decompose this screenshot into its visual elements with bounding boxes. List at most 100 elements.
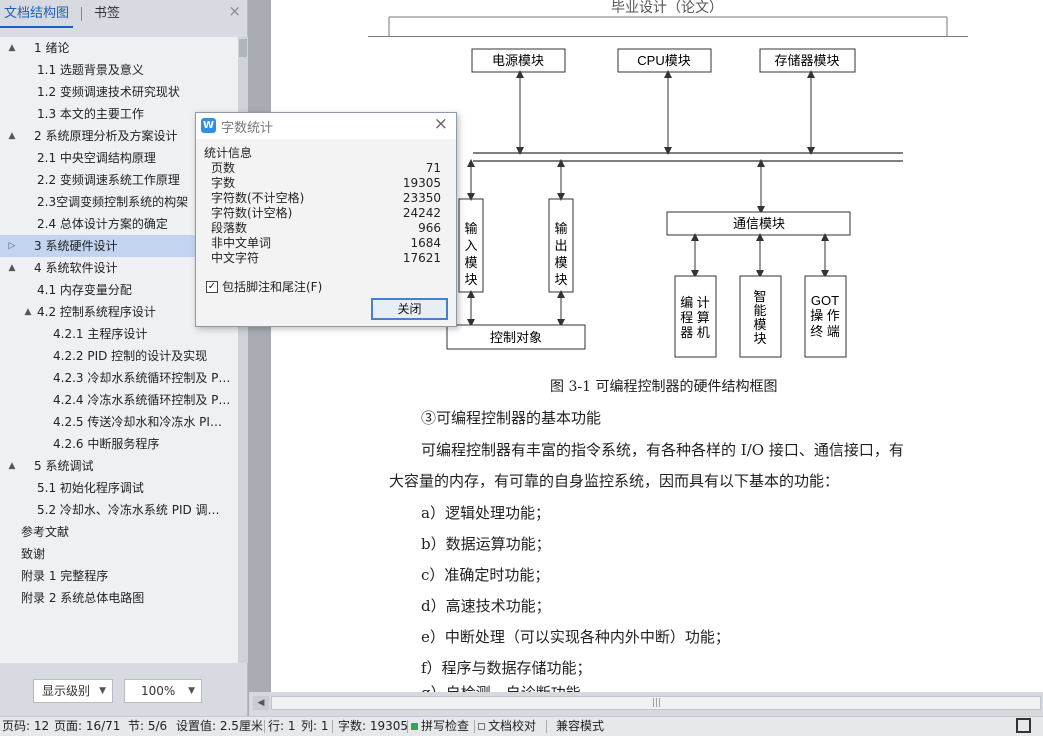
outline-item-label: 5 系统调试 <box>34 459 94 473</box>
outline-item-label: 2.4 总体设计方案的确定 <box>37 217 168 231</box>
collapse-arrow-icon[interactable]: ▲ <box>6 455 18 477</box>
display-level-label: 显示级别 <box>42 684 91 698</box>
spell-check-toggle[interactable]: 拼写检查 <box>411 717 469 735</box>
scrollbar-thumb[interactable]: ||| <box>271 696 1041 710</box>
outline-item[interactable]: 4.2.3 冷却水系统循环控制及 P… <box>0 367 238 389</box>
scrollbar-grip-icon: ||| <box>652 698 662 708</box>
collapse-arrow-icon[interactable]: ▲ <box>22 301 34 323</box>
outline-item-label: 5.2 冷却水、冷冻水系统 PID 调… <box>37 503 220 517</box>
status-word-count[interactable]: 字数: 19305 <box>338 717 408 735</box>
document-page[interactable]: 毕业设计（论文） 电源模块 CPU模块 存储器模块 输 入 模 块 输 出 模 … <box>271 0 1043 692</box>
output-module-char-2: 出 <box>554 238 567 253</box>
outline-item-label: 1 绪论 <box>34 41 70 55</box>
stat-value: 24242 <box>402 206 441 220</box>
outline-item[interactable]: 5.1 初始化程序调试 <box>0 477 238 499</box>
chevron-down-icon: ▼ <box>99 686 106 696</box>
outline-item-label: 4.2.3 冷却水系统循环控制及 P… <box>53 371 231 385</box>
status-page-code: 页码: 12 <box>2 719 50 733</box>
outline-item[interactable]: 4.2.4 冷冻水系统循环控制及 P… <box>0 389 238 411</box>
display-level-dropdown[interactable]: 显示级别 ▼ <box>33 679 113 703</box>
programmer-line-2: 程 算 <box>680 310 710 325</box>
outline-item[interactable]: 致谢 <box>0 543 238 565</box>
comm-module-label: 通信模块 <box>733 216 785 231</box>
paragraph-line-2: 大容量的内存，有可靠的自身监控系统，因而具有以下基本的功能： <box>389 472 840 490</box>
outline-item-label: 附录 1 完整程序 <box>21 569 109 583</box>
collapse-arrow-icon[interactable]: ▲ <box>6 37 18 59</box>
outline-item-label: 参考文献 <box>21 525 70 539</box>
output-module-char-3: 模 <box>554 255 567 270</box>
outline-item-label: 3 系统硬件设计 <box>34 239 118 253</box>
dialog-titlebar[interactable]: W 字数统计 × <box>196 113 456 139</box>
outline-item[interactable]: 附录 1 完整程序 <box>0 565 238 587</box>
outline-item-label: 4 系统软件设计 <box>34 261 118 275</box>
status-line: 行: 1 <box>268 719 296 733</box>
status-column: 列: 1 <box>301 719 329 733</box>
status-page[interactable]: 页面: 16/71 <box>54 717 120 735</box>
fullscreen-icon[interactable] <box>1016 718 1031 733</box>
outline-item[interactable]: 5.2 冷却水、冷冻水系统 PID 调… <box>0 499 238 521</box>
outline-item-label: 4.1 内存变量分配 <box>37 283 132 297</box>
stat-row: 字符数(不计空格) 23350 <box>211 191 441 206</box>
zoom-label: 100% <box>141 684 176 698</box>
list-item: f）程序与数据存储功能； <box>421 659 592 677</box>
outline-item[interactable]: 参考文献 <box>0 521 238 543</box>
outline-item-label: 1.2 变频调速技术研究现状 <box>37 85 180 99</box>
outline-item[interactable]: 1.2 变频调速技术研究现状 <box>0 81 238 103</box>
outline-item[interactable]: 4.2.6 中断服务程序 <box>0 433 238 455</box>
list-item: d）高速技术功能； <box>421 597 551 615</box>
scrollbar-thumb[interactable] <box>239 39 247 57</box>
tab-separator <box>81 7 83 21</box>
status-separator <box>332 720 333 733</box>
list-item: a）逻辑处理功能； <box>421 504 550 522</box>
section-heading: ③可编程控制器的基本功能 <box>421 409 602 427</box>
stat-row: 中文字符 17621 <box>211 251 441 266</box>
control-object-label: 控制对象 <box>490 330 542 345</box>
stat-label: 中文字符 <box>211 251 260 265</box>
programmer-line-3: 器 机 <box>680 325 710 340</box>
word-count-dialog: W 字数统计 × 统计信息 页数 71 字数 19305 字符数(不计空格) 23350 字… <box>195 112 457 327</box>
close-icon[interactable]: × <box>228 2 241 20</box>
stat-label: 字符数(计空格) <box>211 206 293 220</box>
status-separator <box>546 720 547 733</box>
outline-item[interactable]: 4.2.2 PID 控制的设计及实现 <box>0 345 238 367</box>
programmer-line-1: 编 计 <box>680 295 710 310</box>
outline-item[interactable]: ▲ 1 绪论 <box>0 37 238 59</box>
cpu-module-label: CPU模块 <box>637 53 690 68</box>
smart-module-char-3: 模 <box>753 317 766 332</box>
expand-arrow-icon[interactable]: ▷ <box>6 235 18 257</box>
close-button[interactable]: 关闭 <box>371 298 448 320</box>
paragraph-line-1: 可编程控制器有丰富的指令系统，有各种各样的 I/O 接口、通信接口，有 <box>421 441 904 459</box>
outline-item[interactable]: 附录 2 系统总体电路图 <box>0 587 238 609</box>
zoom-dropdown[interactable]: 100% ▼ <box>124 679 202 703</box>
scroll-left-button[interactable]: ◀ <box>253 696 269 710</box>
stat-label: 字数 <box>211 176 236 190</box>
outline-item[interactable]: ▲ 5 系统调试 <box>0 455 238 477</box>
stat-row: 非中文单词 1684 <box>211 236 441 251</box>
include-footnotes-checkbox[interactable]: ✓ 包括脚注和尾注(F) <box>206 278 322 295</box>
stat-label: 页数 <box>211 161 236 175</box>
figure-caption: 图 3-1 可编程控制器的硬件结构框图 <box>550 379 778 395</box>
memory-module-label: 存储器模块 <box>774 53 839 68</box>
collapse-arrow-icon[interactable]: ▲ <box>6 125 18 147</box>
compatibility-mode: 兼容模式 <box>556 719 605 733</box>
checkbox-checked-icon[interactable]: ✓ <box>206 280 218 293</box>
status-separator <box>474 720 475 733</box>
document-proofread-toggle[interactable]: 文档校对 <box>478 717 536 735</box>
stat-row: 字数 19305 <box>211 176 441 191</box>
outline-item[interactable]: 1.1 选题背景及意义 <box>0 59 238 81</box>
stat-label: 段落数 <box>211 221 248 235</box>
outline-item-label: 5.1 初始化程序调试 <box>37 481 144 495</box>
smart-module-char-4: 块 <box>753 331 766 346</box>
tab-document-outline[interactable]: 文档结构图 <box>0 0 74 28</box>
outline-item[interactable]: 4.2.5 传送冷却水和冷冻水 PI… <box>0 411 238 433</box>
tab-bookmarks[interactable]: 书签 <box>90 0 124 28</box>
horizontal-scrollbar[interactable]: ◀ ||| <box>249 692 1043 716</box>
stat-value: 23350 <box>402 191 441 205</box>
stat-value: 17621 <box>402 251 441 265</box>
close-icon[interactable]: × <box>434 114 448 134</box>
chevron-down-icon: ▼ <box>188 686 195 696</box>
list-item: b）数据运算功能； <box>421 535 551 553</box>
stat-value: 19305 <box>402 176 441 190</box>
got-line-2: 操 作 <box>810 308 840 323</box>
collapse-arrow-icon[interactable]: ▲ <box>6 257 18 279</box>
